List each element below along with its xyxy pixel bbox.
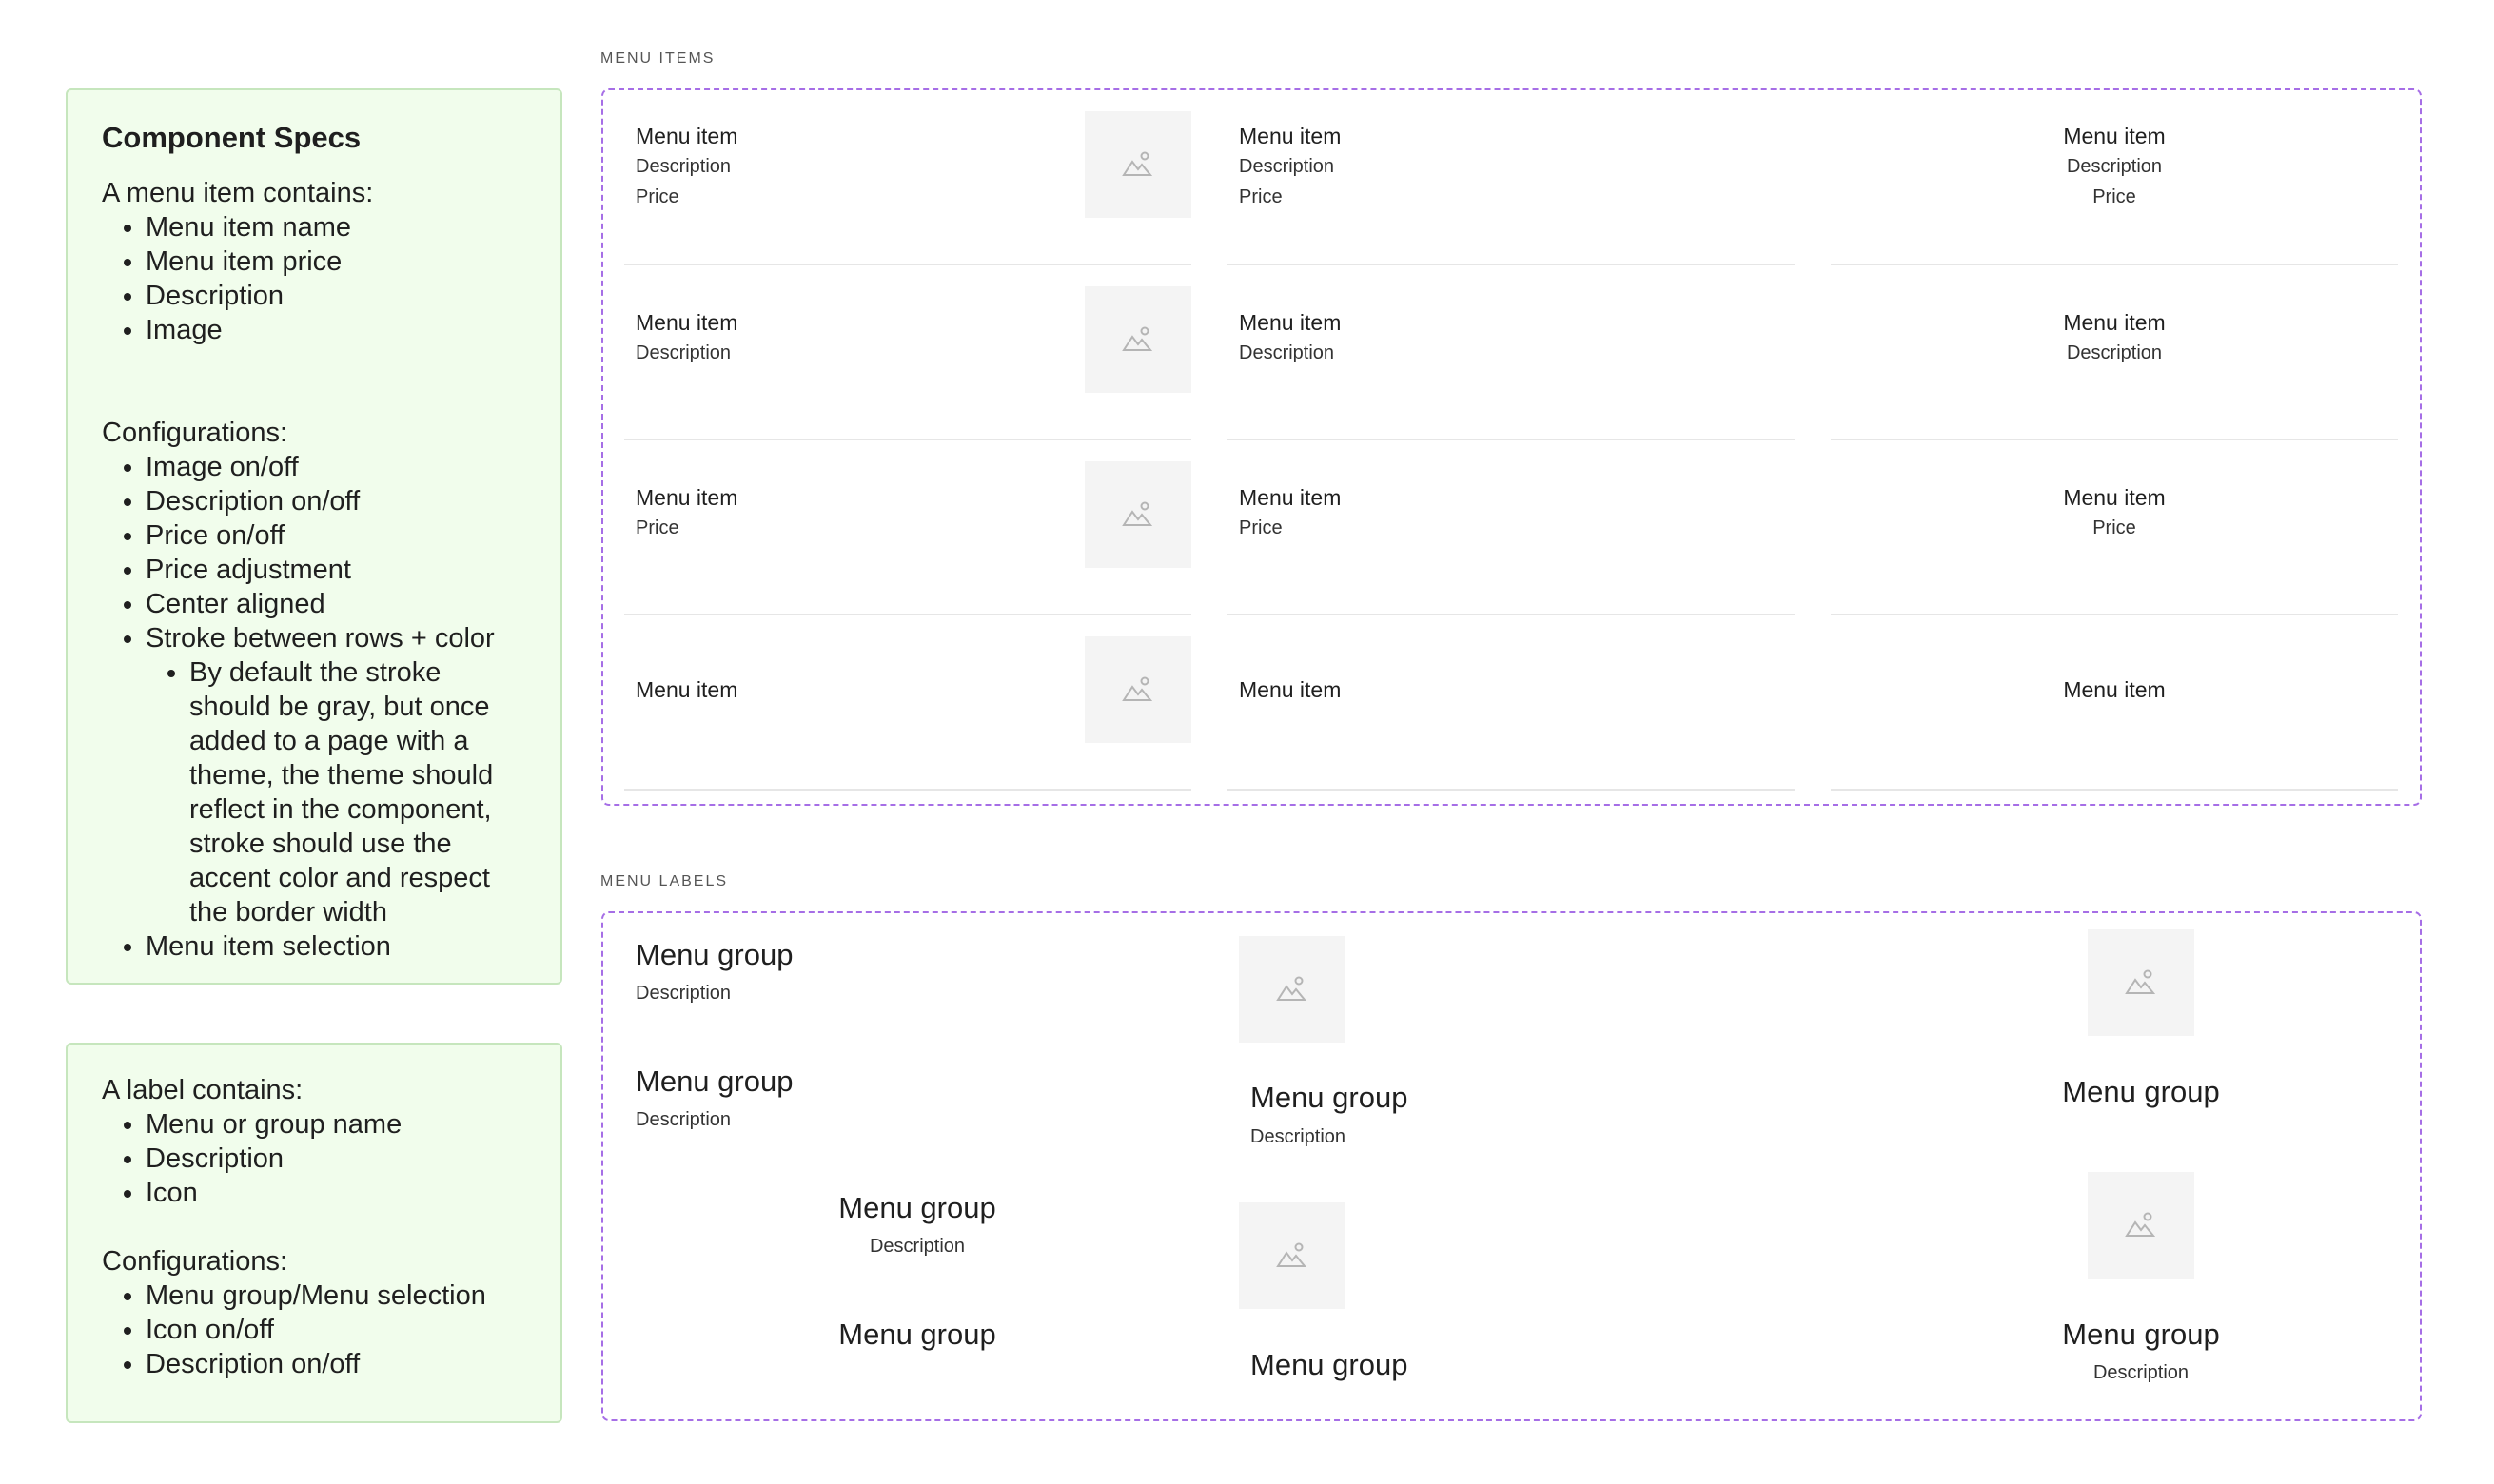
menu-item[interactable]: Menu item Description Price <box>1831 111 2398 265</box>
menu-item[interactable]: Menu item <box>1227 636 1795 791</box>
menu-item-description: Description <box>2066 156 2163 177</box>
list-item: Description <box>146 1142 526 1176</box>
menu-item-price: Price <box>2092 186 2136 207</box>
image-placeholder-icon <box>1239 1202 1345 1309</box>
menu-item[interactable]: Menu item Description Price <box>624 111 1191 265</box>
image-placeholder-icon <box>1085 111 1191 218</box>
menu-item-name: Menu item <box>2063 677 2166 702</box>
list-item: Menu group/Menu selection <box>146 1279 526 1313</box>
menu-item-name: Menu item <box>2063 485 2166 510</box>
menu-item-name: Menu item <box>636 124 738 148</box>
menu-item[interactable]: Menu item Description <box>1227 286 1795 440</box>
list-item: Icon <box>146 1176 526 1210</box>
list-item: Image <box>146 313 526 347</box>
list-item: Price on/off <box>146 518 526 553</box>
menu-group-description: Description <box>636 983 732 1004</box>
list-item: Price adjustment <box>146 553 526 587</box>
menu-item-name: Menu item <box>1239 310 1342 335</box>
menu-group-name[interactable]: Menu group <box>636 1063 793 1101</box>
menu-group-name[interactable]: Menu group <box>1250 1346 1407 1384</box>
note-title: Component Specs <box>102 121 362 154</box>
menu-item-price: Price <box>636 517 679 538</box>
menu-item[interactable]: Menu item <box>624 636 1191 791</box>
image-placeholder-icon <box>2088 1172 2194 1279</box>
image-placeholder-icon <box>1085 286 1191 393</box>
menu-group-name[interactable]: Menu group <box>727 1316 1108 1354</box>
menu-item-price: Price <box>1239 517 1283 538</box>
menu-items-section-label: MENU ITEMS <box>600 50 716 67</box>
menu-group-name[interactable]: Menu group <box>1250 1079 1407 1117</box>
list-item: Menu item selection <box>146 929 526 964</box>
menu-group-description: Description <box>869 1236 966 1257</box>
menu-item-price: Price <box>636 186 679 207</box>
menu-item-name: Menu item <box>636 485 738 510</box>
list-item: Description on/off <box>146 484 526 518</box>
menu-group-description: Description <box>1250 1126 1346 1147</box>
menu-item-name: Menu item <box>1239 485 1342 510</box>
image-placeholder-icon <box>1239 936 1345 1043</box>
menu-item[interactable]: Menu item <box>1831 636 2398 791</box>
image-placeholder-icon <box>1085 461 1191 568</box>
config-title: Configurations: <box>102 1246 288 1277</box>
list-item: Center aligned <box>146 587 526 621</box>
menu-group-name[interactable]: Menu group <box>727 1189 1108 1227</box>
image-placeholder-icon <box>1085 636 1191 743</box>
menu-item[interactable]: Menu item Price <box>624 461 1191 615</box>
image-placeholder-icon <box>2088 929 2194 1036</box>
list-item: Description on/off <box>146 1347 526 1381</box>
menu-item[interactable]: Menu item Price <box>1831 461 2398 615</box>
menu-group-description: Description <box>636 1109 732 1130</box>
menu-item-name: Menu item <box>2063 124 2166 148</box>
list-item: Description <box>146 279 526 313</box>
list-item-label: Stroke between rows + color <box>146 623 495 654</box>
config-list: Menu group/Menu selection Icon on/off De… <box>102 1279 526 1381</box>
menu-item-description: Description <box>1239 156 1335 177</box>
list-item: By default the stroke should be gray, bu… <box>189 655 526 929</box>
list-item: Menu or group name <box>146 1107 526 1142</box>
menu-item-description: Description <box>636 342 732 363</box>
stroke-detail-list: By default the stroke should be gray, bu… <box>146 655 526 929</box>
contains-list: Menu or group name Description Icon <box>102 1107 526 1210</box>
menu-item[interactable]: Menu item Price <box>1227 461 1795 615</box>
menu-group-name[interactable]: Menu group <box>1951 1316 2331 1354</box>
label-specs-note: A label contains: Menu or group name Des… <box>66 1043 562 1423</box>
menu-group-name[interactable]: Menu group <box>1951 1073 2331 1111</box>
note-intro: A label contains: <box>102 1075 304 1105</box>
menu-item-price: Price <box>2092 517 2136 538</box>
config-title: Configurations: <box>102 418 288 448</box>
menu-labels-section-label: MENU LABELS <box>600 873 729 889</box>
menu-item-name: Menu item <box>636 677 738 702</box>
menu-item-name: Menu item <box>636 310 738 335</box>
menu-items-frame: Menu item Description Price Menu item De… <box>601 88 2422 806</box>
menu-labels-frame: Menu group Description Menu group Descri… <box>601 911 2422 1421</box>
menu-item-name: Menu item <box>1239 124 1342 148</box>
menu-item[interactable]: Menu item Description Price <box>1227 111 1795 265</box>
list-item: Icon on/off <box>146 1313 526 1347</box>
menu-item-description: Description <box>636 156 732 177</box>
list-item: Menu item price <box>146 244 526 279</box>
note-intro: A menu item contains: <box>102 178 374 208</box>
list-item: Menu item name <box>146 210 526 244</box>
menu-item-price: Price <box>1239 186 1283 207</box>
contains-list: Menu item name Menu item price Descripti… <box>102 210 526 347</box>
menu-item-name: Menu item <box>2063 310 2166 335</box>
list-item: Image on/off <box>146 450 526 484</box>
menu-item-description: Description <box>1239 342 1335 363</box>
menu-item[interactable]: Menu item Description <box>1831 286 2398 440</box>
menu-item-description: Description <box>2066 342 2163 363</box>
list-item: Stroke between rows + color By default t… <box>146 621 526 929</box>
menu-item-name: Menu item <box>1239 677 1342 702</box>
menu-group-description: Description <box>2092 1362 2190 1383</box>
component-specs-note: Component Specs A menu item contains: Me… <box>66 88 562 985</box>
config-list: Image on/off Description on/off Price on… <box>102 450 526 964</box>
menu-group-name[interactable]: Menu group <box>636 936 793 974</box>
menu-item[interactable]: Menu item Description <box>624 286 1191 440</box>
